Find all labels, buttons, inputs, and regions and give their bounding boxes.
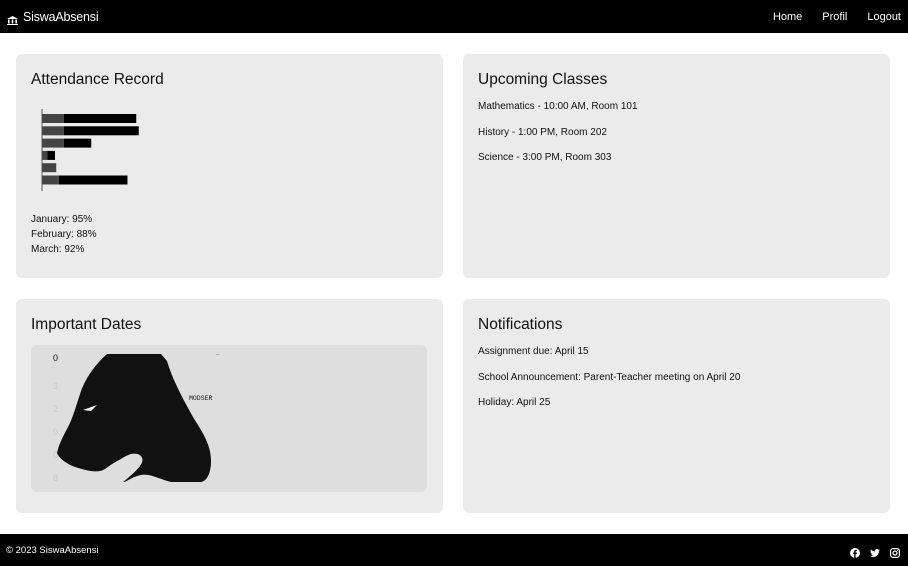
notification-list: Assignment due: April 15 School Announce… bbox=[478, 346, 740, 423]
svg-text:0: 0 bbox=[53, 450, 58, 460]
footer: © 2023 SiswaAbsensi bbox=[0, 534, 908, 566]
chart-bar-segment bbox=[42, 126, 64, 136]
notification-item: Assignment due: April 15 bbox=[478, 346, 589, 357]
svg-text:2: 2 bbox=[53, 404, 58, 414]
svg-text:9: 9 bbox=[53, 427, 58, 437]
nav-profil-link[interactable]: Profil bbox=[822, 11, 847, 23]
chart-bar-segment bbox=[42, 163, 57, 173]
chart-bar-segment bbox=[42, 175, 59, 185]
upcoming-classes-card: Upcoming Classes Mathematics - 10:00 AM,… bbox=[463, 54, 890, 278]
chart-bar-segment bbox=[47, 150, 55, 160]
important-dates-image: 0 3 2 9 0 8 MODSER – bbox=[31, 345, 427, 492]
image-label: MODSER bbox=[189, 395, 213, 402]
svg-text:–: – bbox=[216, 352, 220, 358]
class-item: History - 1:00 PM, Room 202 bbox=[478, 126, 607, 138]
social-links bbox=[840, 534, 901, 566]
chart-bar-segment bbox=[42, 150, 48, 160]
horse-head-illustration: 0 3 2 9 0 8 MODSER – bbox=[53, 352, 220, 483]
notification-item: School Announcement: Parent-Teacher meet… bbox=[478, 371, 741, 383]
attendance-title: Attendance Record bbox=[31, 71, 164, 88]
chart-bar-segment bbox=[63, 126, 139, 136]
facebook-icon[interactable] bbox=[850, 545, 860, 558]
notification-item: Holiday: April 25 bbox=[478, 397, 551, 408]
class-item: Mathematics - 10:00 AM, Room 101 bbox=[478, 101, 638, 112]
attendance-bar-chart bbox=[41, 109, 139, 191]
nav-logout-link[interactable]: Logout bbox=[867, 11, 901, 23]
svg-text:8: 8 bbox=[53, 473, 58, 483]
instagram-icon[interactable] bbox=[890, 545, 901, 559]
svg-text:0: 0 bbox=[53, 353, 58, 363]
important-dates-title: Important Dates bbox=[31, 316, 142, 333]
chart-bar-segment bbox=[42, 138, 64, 148]
brand[interactable]: SiswaAbsensi bbox=[7, 9, 99, 25]
chart-bar-segment bbox=[63, 138, 92, 148]
twitter-icon[interactable] bbox=[870, 545, 880, 557]
building-columns-icon bbox=[7, 12, 18, 25]
brand-name: SiswaAbsensi bbox=[23, 9, 99, 24]
important-dates-card: Important Dates 0 3 2 9 0 8 MODSER – bbox=[16, 299, 443, 513]
attendance-stat-january: January: 95% bbox=[31, 214, 93, 225]
chart-bar-segment bbox=[58, 175, 128, 185]
nav-home-link[interactable]: Home bbox=[773, 11, 802, 23]
upcoming-classes-title: Upcoming Classes bbox=[478, 71, 608, 88]
attendance-stat-march: March: 92% bbox=[31, 244, 85, 255]
svg-text:3: 3 bbox=[53, 381, 58, 391]
navbar: SiswaAbsensi Home Profil Logout bbox=[0, 0, 908, 33]
class-list: Mathematics - 10:00 AM, Room 101 History… bbox=[478, 101, 638, 178]
copyright-text: © 2023 SiswaAbsensi bbox=[6, 544, 99, 556]
attendance-stats: January: 95% February: 88% March: 92% bbox=[31, 212, 97, 257]
chart-bar-segment bbox=[63, 114, 137, 123]
attendance-card: Attendance Record January: 95% February:… bbox=[16, 54, 443, 278]
notifications-title: Notifications bbox=[478, 316, 563, 333]
chart-bar-segment bbox=[42, 114, 64, 123]
class-item: Science - 3:00 PM, Room 303 bbox=[478, 152, 612, 163]
attendance-stat-february: February: 88% bbox=[31, 229, 97, 240]
notifications-card: Notifications Assignment due: April 15 S… bbox=[463, 299, 890, 513]
nav-links: Home Profil Logout bbox=[773, 0, 901, 33]
